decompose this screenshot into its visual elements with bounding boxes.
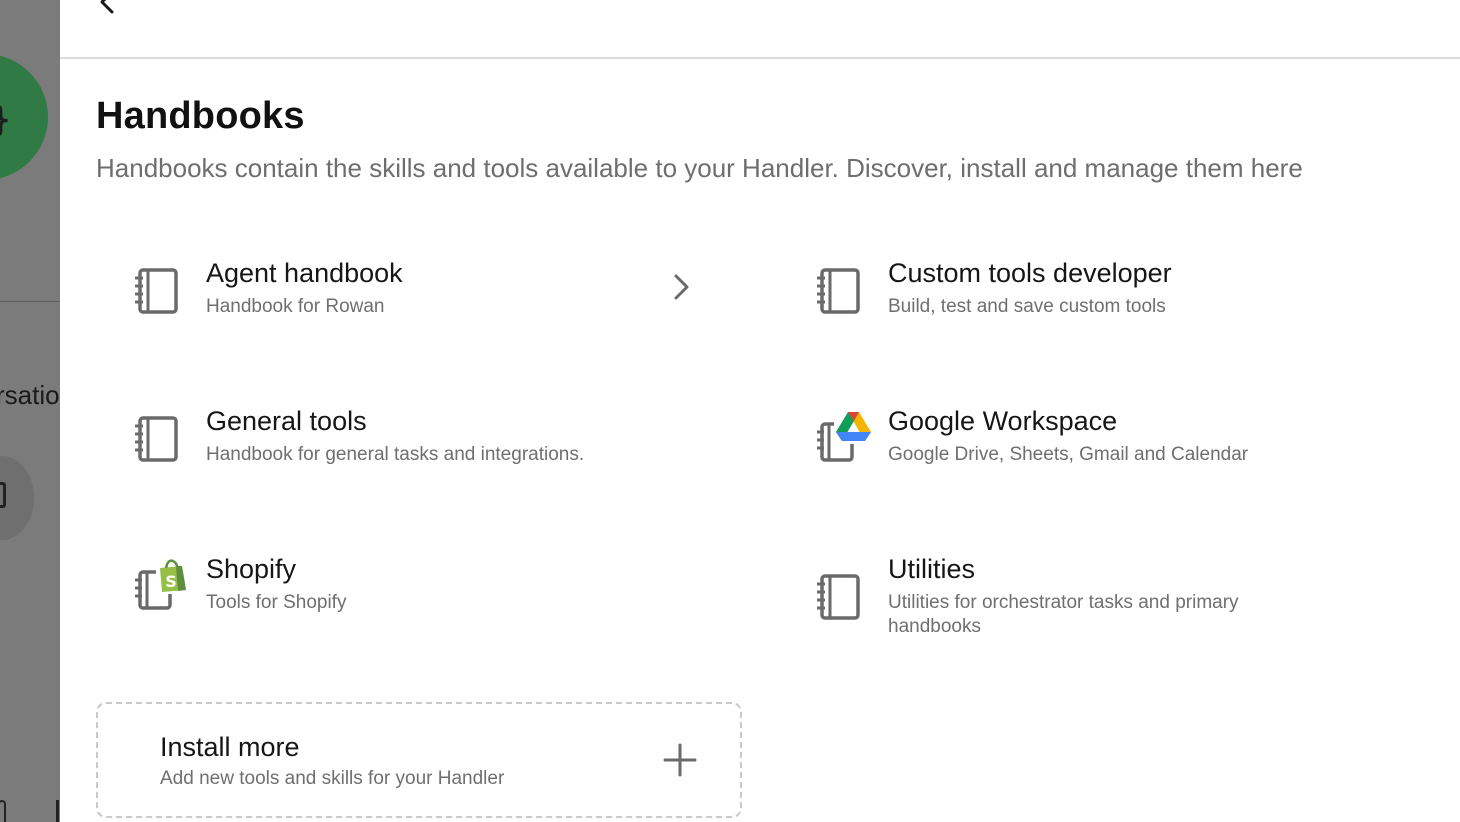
notebook-icon [135,416,178,462]
background-conversation-label: rsatio [0,380,60,410]
install-more-description: Add new tools and skills for your Handle… [160,768,505,789]
svg-text:S: S [165,572,177,591]
notebook-icon [135,268,178,314]
plus-icon [663,743,697,777]
handbook-description: Handbook for general tasks and integrati… [206,444,585,465]
handbook-card-custom-tools[interactable]: Custom tools developer Build, test and s… [778,240,1398,350]
notebook-icon [817,574,860,620]
notebook-shopify-icon: S [135,558,190,610]
handbook-card-shopify[interactable]: S Shopify Tools for Shopify [96,536,716,646]
chevron-right-icon [674,274,689,300]
background-avatar-glyph: } [0,100,10,140]
notebook-icon [817,268,860,314]
handbook-title: Agent handbook [206,258,403,288]
background-bottom-icon [0,800,6,822]
handbook-title: Custom tools developer [888,258,1172,288]
handbooks-drawer: Handbooks Handbooks contain the skills a… [60,0,1460,822]
install-more-button[interactable]: Install more Add new tools and skills fo… [96,702,742,818]
handbook-card-agent[interactable]: Agent handbook Handbook for Rowan [96,240,716,350]
background-button-icon [0,482,6,508]
handbook-description: Handbook for Rowan [206,296,385,317]
background-app: } rsatio [0,0,60,822]
handbook-title: Utilities [888,554,976,584]
handbook-title: Google Workspace [888,406,1118,436]
drawer-header [60,0,1460,59]
install-more-title: Install more [160,732,300,762]
handbook-card-google-workspace[interactable]: Google Workspace Google Drive, Sheets, G… [778,388,1398,498]
handbook-description: Build, test and save custom tools [888,296,1166,317]
page-subtitle: Handbooks contain the skills and tools a… [96,153,1303,183]
handbook-card-utilities[interactable]: Utilities Utilities for orchestrator tas… [778,536,1398,656]
handbook-description: Google Drive, Sheets, Gmail and Calendar [888,444,1249,465]
handbook-description: Tools for Shopify [206,592,347,613]
background-divider [0,301,60,302]
notebook-google-drive-icon [817,410,874,462]
back-button[interactable] [90,0,120,18]
chevron-left-icon [100,0,114,14]
handbook-title: General tools [206,406,367,436]
handbook-card-general-tools[interactable]: General tools Handbook for general tasks… [96,388,716,498]
page-title: Handbooks [96,95,305,137]
handbook-description: Utilities for orchestrator tasks and pri… [888,592,1239,637]
background-bottom-icon [56,800,59,822]
handbook-title: Shopify [206,554,297,584]
